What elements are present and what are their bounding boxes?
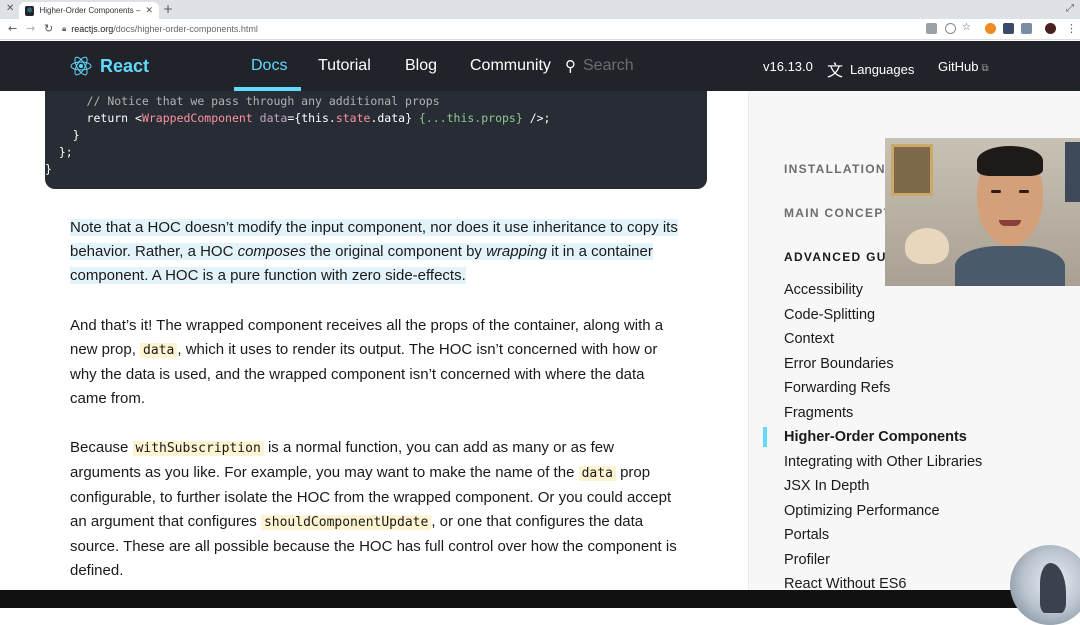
github-link[interactable]: GitHub ⧉ — [938, 59, 989, 74]
sidebar-item-jsx-in-depth[interactable]: JSX In Depth — [784, 478, 869, 494]
code-line-4: }; — [45, 145, 73, 159]
code-line-1: // Notice that we pass through any addit… — [86, 94, 440, 108]
code-line-3: } — [45, 128, 80, 142]
search-icon: ⚲ — [565, 57, 576, 75]
external-link-icon: ⧉ — [981, 63, 989, 74]
code-line-2: return <WrappedComponent data={this.stat… — [86, 111, 551, 125]
sidebar-item-optimizing-performance[interactable]: Optimizing Performance — [784, 503, 940, 519]
site-header: React Docs Tutorial Blog Community ⚲ v16… — [0, 41, 1080, 91]
version-link[interactable]: v16.13.0 — [763, 59, 813, 74]
new-tab-icon[interactable]: + — [163, 2, 173, 16]
webcam-overlay — [885, 138, 1080, 286]
sidebar-item-integrating-libraries[interactable]: Integrating with Other Libraries — [784, 454, 982, 470]
nav-tutorial[interactable]: Tutorial — [318, 57, 371, 75]
nav-docs[interactable]: Docs — [251, 57, 287, 75]
forward-icon[interactable]: → — [26, 22, 35, 35]
url-host: reactjs.org — [71, 24, 114, 34]
sidebar-item-accessibility[interactable]: Accessibility — [784, 282, 863, 298]
profile-avatar[interactable] — [1045, 23, 1056, 34]
url-field[interactable]: 🔒︎ reactjs.org/docs/higher-order-compone… — [62, 21, 922, 37]
tab-title: Higher-Order Components – Re — [39, 6, 144, 15]
sidebar-item-higher-order-components[interactable]: Higher-Order Components — [784, 429, 967, 445]
browser-tab-bar: ✕ ⚛ Higher-Order Components – Re ✕ + ⤢ — [0, 0, 1080, 19]
paragraph-1: Note that a HOC doesn’t modify the input… — [70, 219, 678, 284]
translate-icon: 文 — [827, 61, 844, 80]
sidebar-item-error-boundaries[interactable]: Error Boundaries — [784, 356, 894, 372]
tab-close-icon[interactable]: ✕ — [145, 6, 153, 16]
inline-code-data: data — [140, 343, 178, 358]
reload-icon[interactable]: ↻ — [44, 22, 53, 35]
code-block: // Notice that we pass through any addit… — [45, 91, 707, 189]
sidebar-active-indicator — [763, 427, 767, 447]
webcam-shelf — [1065, 142, 1080, 202]
inline-code-shouldcomponentupdate: shouldComponentUpdate — [260, 515, 432, 530]
extension-icon-2[interactable] — [1003, 23, 1014, 34]
wolf-silhouette — [1040, 563, 1066, 613]
back-icon[interactable]: ← — [8, 22, 17, 35]
browser-menu-icon[interactable]: ⋮ — [1066, 22, 1077, 35]
sidebar-item-context[interactable]: Context — [784, 331, 834, 347]
webcam-mouth — [999, 220, 1021, 226]
address-bar: ← → ↻ 🔒︎ reactjs.org/docs/higher-order-c… — [0, 19, 1080, 40]
browser-tab[interactable]: ⚛ Higher-Order Components – Re ✕ — [19, 2, 159, 19]
search-input[interactable] — [583, 57, 733, 75]
zoom-icon[interactable] — [945, 23, 956, 34]
webcam-plush-dog — [905, 228, 949, 264]
expand-window-icon[interactable]: ⤢ — [1066, 3, 1074, 14]
nav-community[interactable]: Community — [470, 57, 551, 75]
code-line-5: } — [45, 162, 52, 176]
react-favicon-icon: ⚛ — [25, 5, 35, 16]
wolf-avatar — [1010, 545, 1080, 625]
webcam-eye-right — [1019, 190, 1029, 193]
webcam-eye-left — [991, 190, 1001, 193]
sidebar-item-profiler[interactable]: Profiler — [784, 552, 830, 568]
paragraph-3: Because withSubscription is a normal fun… — [70, 439, 677, 579]
search-box: ⚲ — [565, 57, 733, 75]
sidebar-item-fragments[interactable]: Fragments — [784, 405, 853, 421]
languages-link[interactable]: 文 Languages — [827, 57, 914, 81]
inline-code-data-prop: data — [578, 466, 616, 481]
extension-icon[interactable] — [985, 23, 996, 34]
sidebar-heading-main-concepts[interactable]: MAIN CONCEPTS — [784, 206, 902, 220]
languages-label: Languages — [850, 61, 915, 77]
inline-code-withsubscription: withSubscription — [132, 441, 264, 456]
close-window-icon[interactable]: ✕ — [6, 3, 14, 14]
bottom-strip — [0, 590, 1080, 608]
react-logo[interactable]: React — [70, 55, 149, 77]
github-label: GitHub — [938, 59, 979, 74]
url-path: /docs/higher-order-components.html — [113, 24, 258, 34]
translate-icon[interactable] — [926, 23, 937, 34]
sidebar-item-code-splitting[interactable]: Code-Splitting — [784, 307, 875, 323]
sidebar-item-forwarding-refs[interactable]: Forwarding Refs — [784, 380, 890, 396]
sidebar-heading-installation[interactable]: INSTALLATION — [784, 162, 886, 176]
logo-text: React — [100, 55, 150, 76]
paragraph-2: And that’s it! The wrapped component rec… — [70, 317, 664, 407]
react-logo-icon — [70, 56, 92, 76]
sidebar-item-portals[interactable]: Portals — [784, 527, 829, 543]
webcam-person-hair — [977, 146, 1043, 176]
webcam-person-shirt — [955, 246, 1065, 286]
webcam-picture-frame — [891, 144, 933, 196]
bookmark-star-icon[interactable]: ☆ — [962, 22, 971, 33]
nav-blog[interactable]: Blog — [405, 57, 437, 75]
lock-icon: 🔒︎ — [62, 24, 67, 33]
extension-icon-3[interactable] — [1021, 23, 1032, 34]
